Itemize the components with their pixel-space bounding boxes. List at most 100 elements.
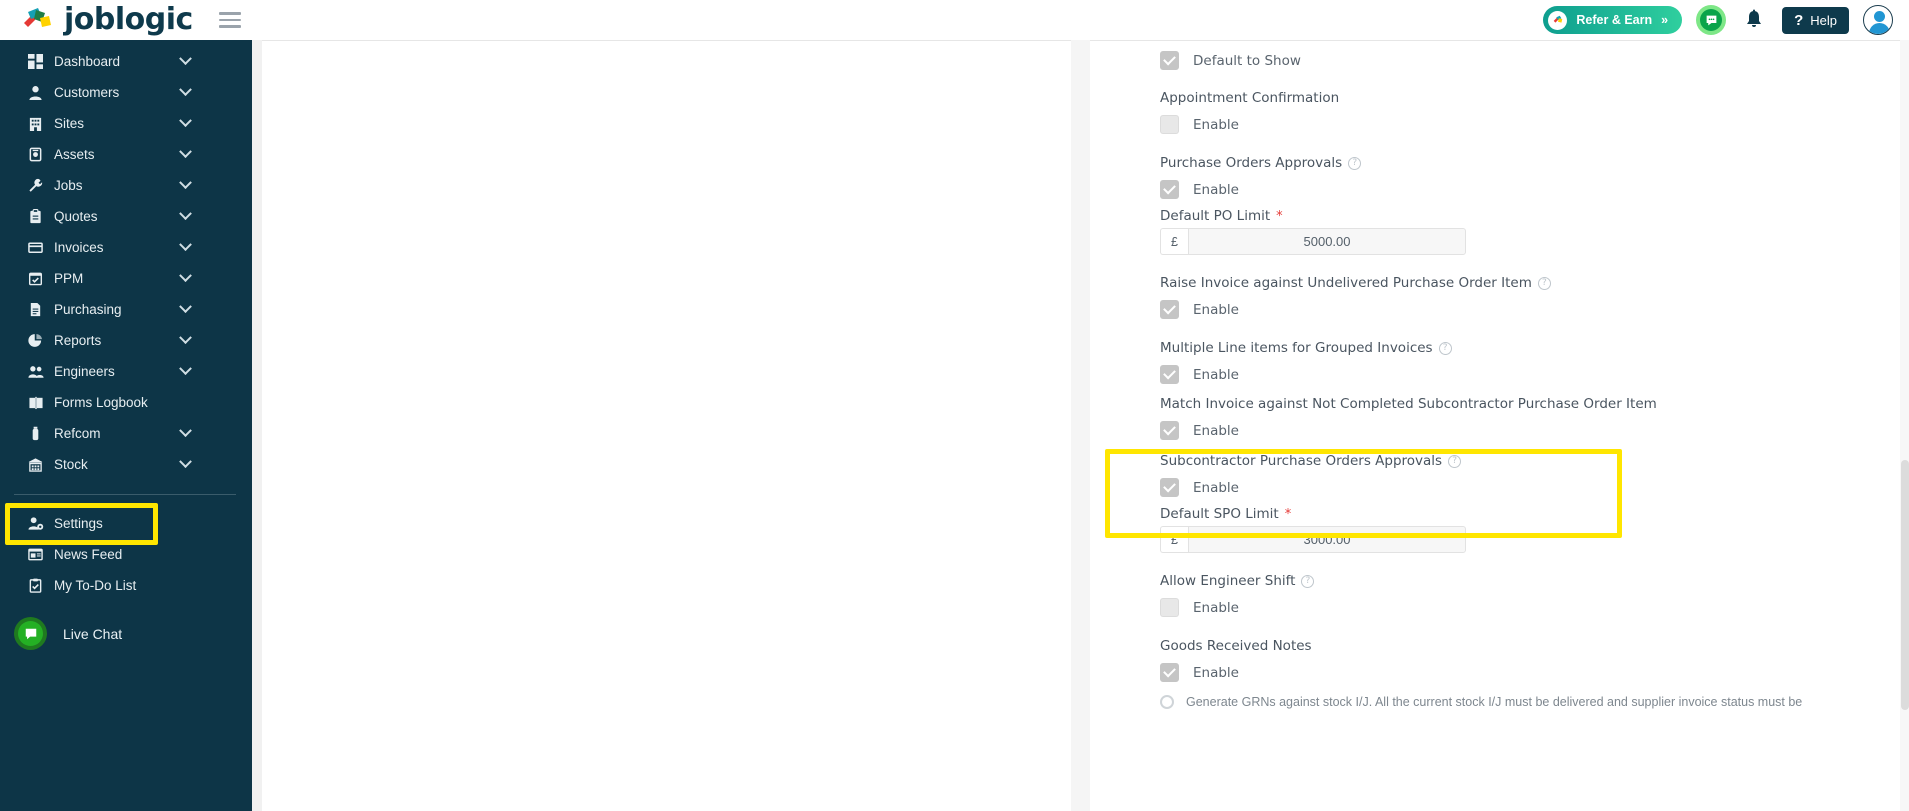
chevron-down-icon[interactable] (179, 83, 192, 97)
field-title-text: Appointment Confirmation (1160, 90, 1340, 106)
clipboard-icon (28, 209, 50, 224)
warehouse-icon (28, 457, 50, 472)
field-subcontractor-purchase-orders-approvals: Subcontractor Purchase Orders Approvals … (1160, 453, 1909, 553)
live-chat-label: Live Chat (63, 625, 123, 642)
field-title: Purchase Orders Approvals ? (1160, 155, 1909, 171)
dashboard-icon (28, 54, 50, 69)
sidebar-item-jobs[interactable]: Jobs (0, 170, 252, 201)
default-po-limit-value[interactable]: 5000.00 (1188, 228, 1466, 255)
default-spo-limit-input[interactable]: £ 3000.00 (1160, 526, 1466, 553)
sidebar-item-news-feed[interactable]: News Feed (0, 539, 252, 570)
currency-prefix: £ (1160, 526, 1188, 553)
sidebar-item-label: Stock (54, 457, 88, 472)
sidebar-divider (14, 494, 236, 495)
sidebar-item-customers[interactable]: Customers (0, 77, 252, 108)
help-circle-icon[interactable]: ? (1438, 341, 1452, 355)
checkbox-label: Enable (1193, 599, 1239, 616)
live-chat-button[interactable]: Live Chat (0, 617, 252, 650)
chevron-down-icon[interactable] (179, 424, 192, 438)
sidebar-item-label: Invoices (54, 240, 104, 255)
sidebar-item-label: Refcom (54, 426, 101, 441)
grn-option-row[interactable]: Generate GRNs against stock I/J. All the… (1160, 695, 1909, 709)
chevron-down-icon[interactable] (179, 269, 192, 283)
sidebar-item-reports[interactable]: Reports (0, 325, 252, 356)
sidebar-item-label: Reports (54, 333, 102, 348)
sidebar-item-invoices[interactable]: Invoices (0, 232, 252, 263)
sidebar-item-my-to-do-list[interactable]: My To-Do List (0, 570, 252, 601)
default-po-limit-input[interactable]: £ 5000.00 (1160, 228, 1466, 255)
refer-chevron-icon: » (1661, 13, 1669, 27)
required-asterisk: * (1276, 208, 1283, 224)
help-circle-icon[interactable]: ? (1537, 276, 1551, 290)
live-chat-icon (14, 617, 47, 650)
hamburger-icon[interactable] (218, 8, 241, 32)
currency-prefix: £ (1160, 228, 1188, 255)
multiple-line-items-checkbox[interactable] (1160, 365, 1179, 384)
allow-engineer-shift-checkbox[interactable] (1160, 598, 1179, 617)
checkbox-row: Enable (1160, 115, 1909, 134)
sidebar-item-quotes[interactable]: Quotes (0, 201, 252, 232)
chevron-down-icon[interactable] (179, 114, 192, 128)
help-button[interactable]: ? Help (1782, 6, 1849, 34)
brand-logo[interactable]: joblogic (18, 4, 193, 36)
sidebar-item-dashboard[interactable]: Dashboard (0, 46, 252, 77)
sidebar-item-label: My To-Do List (54, 578, 137, 593)
sidebar-item-label: Purchasing (54, 302, 122, 317)
sidebar-item-label: PPM (54, 271, 84, 286)
sidebar-item-purchasing[interactable]: Purchasing (0, 294, 252, 325)
notification-bell-icon[interactable] (1740, 7, 1768, 33)
help-circle-icon[interactable]: ? (1348, 156, 1362, 170)
refer-and-earn-button[interactable]: Refer & Earn » (1543, 6, 1683, 34)
sidebar-item-ppm[interactable]: PPM (0, 263, 252, 294)
sidebar-item-label: Settings (54, 516, 103, 531)
sidebar-item-label: Assets (54, 147, 95, 162)
chevron-down-icon[interactable] (179, 331, 192, 345)
default-spo-limit-value[interactable]: 3000.00 (1188, 526, 1466, 553)
appointment-confirmation-checkbox[interactable] (1160, 115, 1179, 134)
help-circle-icon[interactable]: ? (1448, 454, 1462, 468)
sidebar-item-assets[interactable]: Assets (0, 139, 252, 170)
page-scrollbar-thumb[interactable] (1900, 460, 1909, 710)
field-multiple-line-items-grouped-invoices: Multiple Line items for Grouped Invoices… (1160, 340, 1909, 384)
chevron-down-icon[interactable] (179, 176, 192, 190)
settings-form-panel: Default to Show Appointment Confirmation… (1090, 40, 1909, 811)
top-bar-actions: Refer & Earn » ? Help (1543, 5, 1893, 35)
field-title: Subcontractor Purchase Orders Approvals … (1160, 453, 1909, 469)
sidebar: Dashboard Customers Sites Assets Jobs Qu… (0, 40, 252, 811)
chevron-down-icon[interactable] (179, 455, 192, 469)
radio-button-icon[interactable] (1160, 695, 1174, 709)
content-area: Default to Show Appointment Confirmation… (252, 40, 1909, 811)
sidebar-item-engineers[interactable]: Engineers (0, 356, 252, 387)
raise-invoice-undelivered-checkbox[interactable] (1160, 300, 1179, 319)
chevron-down-icon[interactable] (179, 52, 192, 66)
chevron-down-icon[interactable] (179, 238, 192, 252)
field-title: Match Invoice against Not Completed Subc… (1160, 396, 1909, 412)
sidebar-item-sites[interactable]: Sites (0, 108, 252, 139)
user-avatar-icon[interactable] (1863, 5, 1893, 35)
chevron-down-icon[interactable] (179, 207, 192, 221)
chevron-down-icon[interactable] (179, 300, 192, 314)
sidebar-item-refcom[interactable]: Refcom (0, 418, 252, 449)
help-circle-icon[interactable]: ? (1301, 574, 1315, 588)
checkbox-label: Default to Show (1193, 52, 1301, 69)
chevron-down-icon[interactable] (179, 362, 192, 376)
checkbox-label: Enable (1193, 664, 1239, 681)
goods-received-notes-checkbox[interactable] (1160, 663, 1179, 682)
checkbox-label: Enable (1193, 116, 1239, 133)
chevron-down-icon[interactable] (179, 145, 192, 159)
sidebar-item-settings[interactable]: Settings (0, 508, 252, 539)
match-invoice-not-completed-spo-checkbox[interactable] (1160, 421, 1179, 440)
sidebar-item-label: Dashboard (54, 54, 121, 69)
purchase-orders-approvals-checkbox[interactable] (1160, 180, 1179, 199)
help-label: Help (1810, 12, 1837, 28)
subcontractor-po-approvals-checkbox[interactable] (1160, 478, 1179, 497)
chat-bubble-icon[interactable] (1696, 5, 1727, 35)
live-chat-core (18, 621, 43, 646)
page-scrollbar-track[interactable] (1900, 40, 1909, 811)
sub-field-title-text: Default PO Limit (1160, 208, 1271, 224)
sidebar-item-stock[interactable]: Stock (0, 449, 252, 480)
default-to-show-checkbox[interactable] (1160, 51, 1179, 70)
sidebar-item-forms-logbook[interactable]: Forms Logbook (0, 387, 252, 418)
checkbox-row: Enable (1160, 365, 1909, 384)
asset-tag-icon (28, 147, 50, 162)
